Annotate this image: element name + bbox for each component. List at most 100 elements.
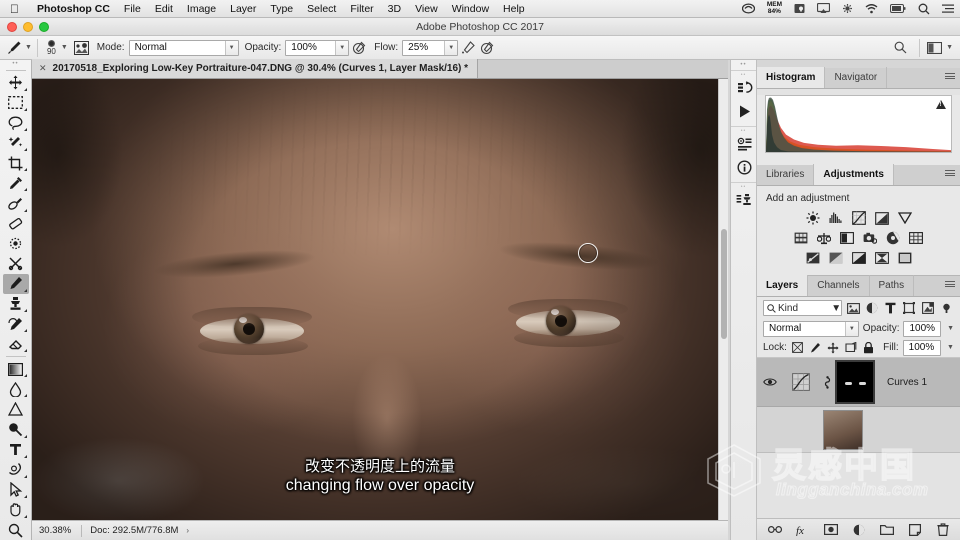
- spot-healing-brush-tool[interactable]: [3, 193, 29, 213]
- tool-preset-caret-icon[interactable]: ▼: [25, 44, 32, 51]
- zoom-level[interactable]: 30.38%: [32, 525, 81, 536]
- layer-opacity-input[interactable]: 100%: [903, 320, 942, 337]
- hue-saturation-adjustment[interactable]: [793, 230, 809, 246]
- close-icon[interactable]: ✕: [39, 63, 47, 74]
- pressure-size-icon[interactable]: [477, 38, 496, 57]
- color-balance-adjustment[interactable]: [816, 230, 832, 246]
- menu-file[interactable]: File: [117, 3, 148, 15]
- hand-tool[interactable]: [3, 500, 29, 520]
- levels-adjustment[interactable]: [828, 210, 844, 226]
- add-layer-mask-button[interactable]: [823, 522, 838, 537]
- tab-libraries[interactable]: Libraries: [757, 164, 815, 185]
- delete-layer-button[interactable]: [935, 522, 950, 537]
- flyout-triangle-icon[interactable]: [23, 394, 27, 398]
- gradient-map-adjustment[interactable]: [874, 250, 890, 266]
- color-lookup-adjustment[interactable]: [908, 230, 924, 246]
- sharpen-tool[interactable]: [3, 254, 29, 274]
- lock-artboard-nesting-icon[interactable]: [844, 341, 858, 355]
- dock-grip[interactable]: ••: [731, 60, 756, 70]
- flyout-triangle-icon[interactable]: [23, 107, 27, 111]
- move-tool[interactable]: [3, 73, 29, 93]
- chevron-down-icon[interactable]: ▼: [831, 303, 841, 314]
- layer-style-button[interactable]: fx: [795, 522, 810, 537]
- zoom-window-button[interactable]: [39, 22, 49, 32]
- pen-tool[interactable]: [3, 460, 29, 480]
- actions-play-icon[interactable]: [731, 100, 758, 123]
- airbrush-icon[interactable]: [458, 38, 477, 57]
- toolbar-grip[interactable]: ••: [0, 60, 31, 68]
- eraser-tool[interactable]: [3, 334, 29, 354]
- flyout-triangle-icon[interactable]: [23, 288, 27, 292]
- filter-smart-object-icon[interactable]: [921, 301, 936, 316]
- flyout-triangle-icon[interactable]: [23, 148, 27, 152]
- history-brush-tool[interactable]: [3, 314, 29, 334]
- lock-position-icon[interactable]: [826, 341, 840, 355]
- tab-histogram[interactable]: Histogram: [757, 67, 826, 88]
- new-adjustment-layer-button[interactable]: [851, 522, 866, 537]
- tab-channels[interactable]: Channels: [808, 275, 870, 296]
- link-icon[interactable]: [819, 375, 835, 389]
- exposure-adjustment[interactable]: [874, 210, 890, 226]
- flyout-triangle-icon[interactable]: [23, 474, 27, 478]
- patch-tool[interactable]: [3, 214, 29, 234]
- layer-fill-scrubber-icon[interactable]: ▼: [947, 344, 954, 351]
- background-photo-thumbnail[interactable]: [823, 409, 863, 450]
- crop-tool[interactable]: [3, 153, 29, 173]
- notification-center-icon[interactable]: [936, 0, 960, 18]
- filter-type-icon[interactable]: [883, 301, 898, 316]
- cached-data-warning-icon[interactable]: [936, 100, 946, 109]
- canvas-area[interactable]: 改变不透明度上的流量 changing flow over opacity: [32, 79, 728, 520]
- panel-menu-icon[interactable]: [945, 170, 955, 176]
- menu-filter[interactable]: Filter: [343, 3, 380, 15]
- black-white-adjustment[interactable]: [839, 230, 855, 246]
- rectangular-marquee-tool[interactable]: [3, 93, 29, 113]
- chevron-down-icon[interactable]: ▼: [444, 40, 458, 55]
- panel-menu-icon[interactable]: [945, 73, 955, 79]
- creative-cloud-icon[interactable]: [736, 0, 761, 18]
- bluetooth-icon[interactable]: [836, 0, 859, 18]
- flyout-triangle-icon[interactable]: [23, 515, 27, 519]
- spotlight-search-icon[interactable]: [912, 0, 936, 18]
- tab-layers[interactable]: Layers: [757, 275, 809, 296]
- threshold-adjustment[interactable]: [851, 250, 867, 266]
- chevron-down-icon[interactable]: ▼: [844, 321, 858, 336]
- table-row[interactable]: Curves 1: [757, 358, 960, 407]
- type-tool[interactable]: [3, 440, 29, 460]
- eyedropper-tool[interactable]: [3, 173, 29, 193]
- photo-filter-adjustment[interactable]: [862, 230, 878, 246]
- properties-panel-icon[interactable]: [731, 133, 758, 156]
- menu-layer[interactable]: Layer: [223, 3, 263, 15]
- tab-paths[interactable]: Paths: [870, 275, 915, 296]
- chevron-down-icon[interactable]: ▼: [224, 40, 238, 55]
- filter-pixel-icon[interactable]: [846, 301, 861, 316]
- posterize-adjustment[interactable]: [828, 250, 844, 266]
- channel-mixer-adjustment[interactable]: [885, 230, 901, 246]
- battery-icon[interactable]: [884, 0, 912, 18]
- brightness-contrast-adjustment[interactable]: [805, 210, 821, 226]
- new-layer-button[interactable]: [907, 522, 922, 537]
- workspace-switcher-icon[interactable]: [925, 38, 944, 57]
- flyout-triangle-icon[interactable]: [23, 208, 27, 212]
- layer-filter-kind-dropdown[interactable]: Kind ▼: [763, 300, 843, 316]
- menu-help[interactable]: Help: [496, 3, 532, 15]
- flyout-triangle-icon[interactable]: [23, 309, 27, 313]
- flyout-triangle-icon[interactable]: [23, 349, 27, 353]
- memory-indicator[interactable]: MEM 84%: [761, 0, 788, 18]
- clone-stamp-tool[interactable]: [3, 294, 29, 314]
- menu-window[interactable]: Window: [445, 3, 496, 15]
- lasso-tool[interactable]: [3, 113, 29, 133]
- selective-color-adjustment[interactable]: [897, 250, 913, 266]
- curves-adjustment-thumbnail[interactable]: [783, 373, 819, 391]
- panel-menu-icon[interactable]: [945, 281, 955, 287]
- opacity-input[interactable]: 100% ▼: [285, 39, 350, 56]
- history-panel-icon[interactable]: [731, 77, 758, 100]
- info-panel-icon[interactable]: [731, 156, 758, 179]
- menu-3d[interactable]: 3D: [381, 3, 408, 15]
- lock-image-pixels-icon[interactable]: [809, 341, 823, 355]
- document-tab[interactable]: ✕ 20170518_Exploring Low-Key Portraiture…: [32, 59, 479, 78]
- clone-source-panel-icon[interactable]: [731, 189, 758, 212]
- new-group-button[interactable]: [879, 522, 894, 537]
- apple-logo-icon[interactable]: : [10, 3, 19, 15]
- chevron-down-icon[interactable]: ▼: [335, 40, 349, 55]
- eye-icon[interactable]: [757, 377, 783, 387]
